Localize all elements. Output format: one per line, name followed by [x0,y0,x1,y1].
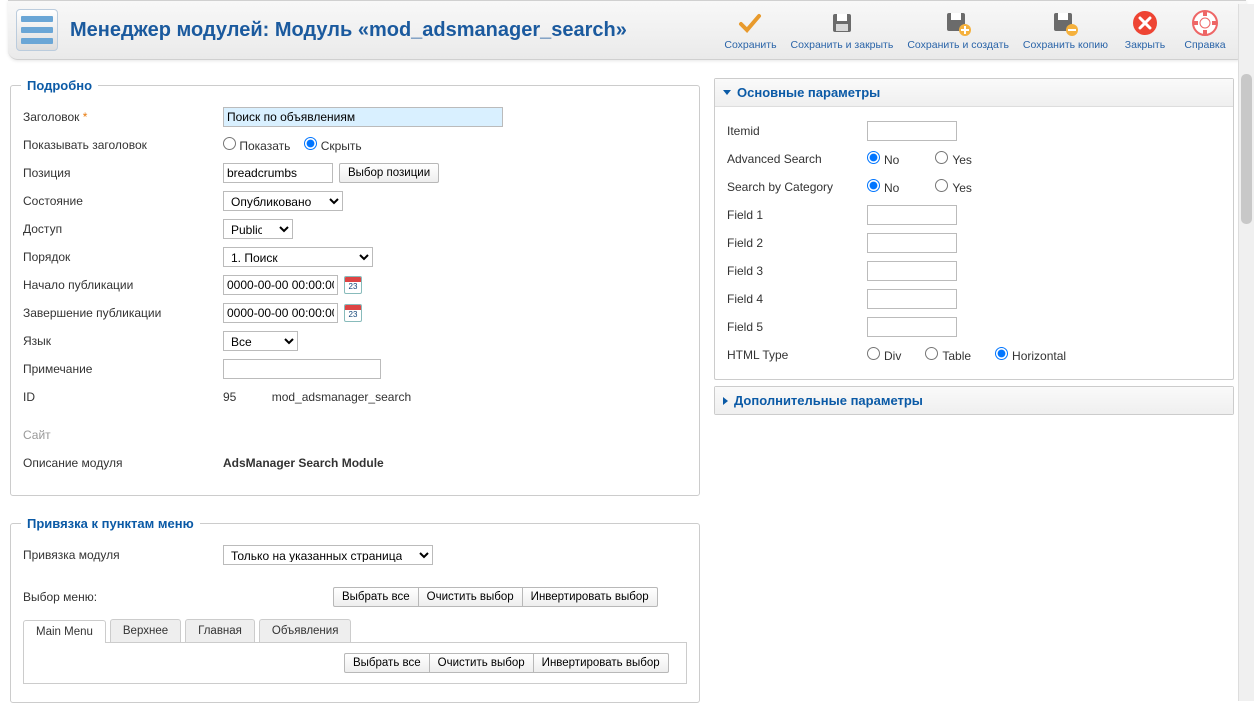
tab-top[interactable]: Верхнее [110,619,181,642]
state-select[interactable]: Опубликовано [223,191,343,211]
advanced-params-section: Дополнительные параметры [714,386,1234,415]
f2-label: Field 2 [727,236,867,250]
assignment-label: Привязка модуля [23,548,223,562]
state-label: Состояние [23,194,223,208]
f1-input[interactable] [867,205,957,225]
itemid-label: Itemid [727,124,867,138]
position-picker-button[interactable]: Выбор позиции [339,163,439,183]
details-panel: Подробно Заголовок Показывать заголовок … [10,78,700,496]
pubstart-label: Начало публикации [23,278,223,292]
f4-input[interactable] [867,289,957,309]
f4-label: Field 4 [727,292,867,306]
id-value: 95 [223,390,236,404]
save-new-icon [944,9,972,37]
cancel-button[interactable]: Закрыть [1116,5,1174,55]
tab-main[interactable]: Главная [185,619,255,642]
menu-select-label: Выбор меню: [23,590,223,604]
tab-select-all-button[interactable]: Выбрать все [344,653,430,673]
scrollbar[interactable] [1238,4,1254,701]
save-copy-icon [1051,9,1079,37]
showtitle-hide-radio[interactable] [304,137,317,150]
f3-label: Field 3 [727,264,867,278]
chevron-right-icon [723,397,728,405]
desc-value: AdsManager Search Module [223,456,384,470]
apply-button[interactable]: Сохранить [718,5,782,55]
html-horizontal-radio[interactable] [995,347,1008,360]
cat-label: Search by Category [727,180,867,194]
f5-label: Field 5 [727,320,867,334]
tab-ads[interactable]: Объявления [259,619,352,642]
select-all-button[interactable]: Выбрать все [333,587,419,607]
f1-label: Field 1 [727,208,867,222]
save-icon [828,9,856,37]
save-copy-button[interactable]: Сохранить копию [1017,5,1114,55]
language-label: Язык [23,334,223,348]
ordering-select[interactable]: 1. Поиск [223,247,373,267]
chevron-down-icon [723,90,731,95]
language-select[interactable]: Все [223,331,298,351]
ordering-label: Порядок [23,250,223,264]
toolbar: Менеджер модулей: Модуль «mod_adsmanager… [8,0,1246,60]
calendar-icon[interactable] [344,304,362,322]
title-label: Заголовок [23,110,223,124]
html-table-radio[interactable] [925,347,938,360]
f2-input[interactable] [867,233,957,253]
id-label: ID [23,390,223,404]
f5-input[interactable] [867,317,957,337]
menu-tabs: Main Menu Верхнее Главная Объявления [23,619,687,643]
tab-invert-button[interactable]: Инвертировать выбор [533,653,669,673]
title-input[interactable] [223,107,503,127]
save-button[interactable]: Сохранить и закрыть [785,5,900,55]
tab-main-menu[interactable]: Main Menu [23,620,106,643]
pubend-label: Завершение публикации [23,306,223,320]
help-icon [1191,9,1219,37]
access-select[interactable]: Public [223,219,293,239]
menu-assignment-legend: Привязка к пунктам меню [21,516,200,531]
save-new-button[interactable]: Сохранить и создать [901,5,1015,55]
desc-label: Описание модуля [23,456,223,470]
showtitle-label: Показывать заголовок [23,138,223,152]
adv-yes-radio[interactable] [935,151,948,164]
advanced-params-header[interactable]: Дополнительные параметры [715,387,1233,414]
details-legend: Подробно [21,78,98,93]
scrollbar-thumb[interactable] [1241,74,1252,224]
note-input[interactable] [223,359,381,379]
apply-icon [736,9,764,37]
menu-assignment-panel: Привязка к пунктам меню Привязка модуля … [10,516,700,703]
pubstart-input[interactable] [223,275,338,295]
html-label: HTML Type [727,348,867,362]
adv-no-radio[interactable] [867,151,880,164]
position-label: Позиция [23,166,223,180]
module-name: mod_adsmanager_search [272,390,411,404]
f3-input[interactable] [867,261,957,281]
cancel-icon [1131,9,1159,37]
basic-params-section: Основные параметры Itemid Advanced Searc… [714,78,1234,380]
position-input[interactable] [223,163,333,183]
itemid-input[interactable] [867,121,957,141]
note-label: Примечание [23,362,223,376]
cat-yes-radio[interactable] [935,179,948,192]
cat-no-radio[interactable] [867,179,880,192]
pubend-input[interactable] [223,303,338,323]
tab-clear-button[interactable]: Очистить выбор [429,653,534,673]
adv-label: Advanced Search [727,152,867,166]
help-button[interactable]: Справка [1176,5,1234,55]
module-manager-icon [16,9,58,51]
page-title: Менеджер модулей: Модуль «mod_adsmanager… [70,19,627,42]
site-label: Сайт [23,428,223,442]
html-div-radio[interactable] [867,347,880,360]
basic-params-header[interactable]: Основные параметры [715,79,1233,107]
access-label: Доступ [23,222,223,236]
toolbar-actions: Сохранить Сохранить и закрыть Сохранить … [718,5,1234,55]
invert-selection-button[interactable]: Инвертировать выбор [522,587,658,607]
showtitle-show-radio[interactable] [223,137,236,150]
clear-selection-button[interactable]: Очистить выбор [418,587,523,607]
assignment-select[interactable]: Только на указанных страницах [223,545,433,565]
calendar-icon[interactable] [344,276,362,294]
tab-content: Выбрать все Очистить выбор Инвертировать… [23,643,687,684]
